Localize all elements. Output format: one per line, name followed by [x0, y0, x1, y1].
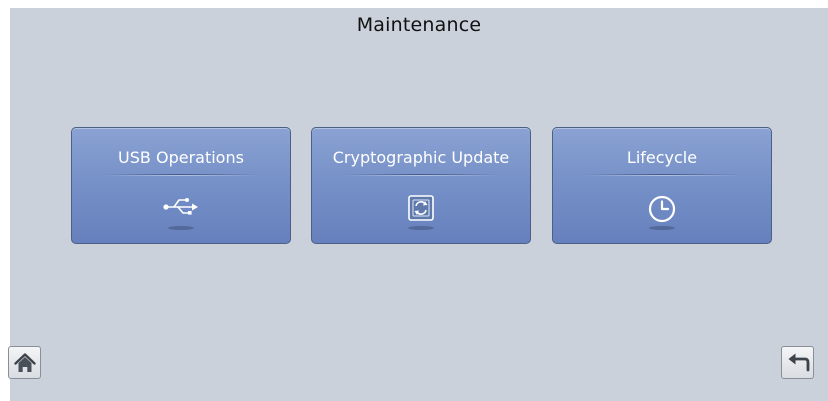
lifecycle-button[interactable]: Lifecycle [552, 127, 772, 244]
tile-divider [583, 174, 741, 176]
icon-shadow [168, 226, 194, 230]
back-button[interactable] [781, 346, 814, 379]
icon-shadow [408, 226, 434, 230]
cryptographic-update-label: Cryptographic Update [332, 148, 510, 167]
usb-operations-label: USB Operations [118, 148, 244, 167]
tile-divider [102, 174, 260, 176]
home-button[interactable] [8, 346, 41, 379]
tile-divider [342, 174, 500, 176]
crypto-update-icon [407, 194, 435, 226]
lifecycle-label: Lifecycle [626, 148, 698, 167]
maintenance-screen: Maintenance USB Operations Cryptographic… [10, 8, 828, 401]
clock-icon [647, 194, 677, 228]
usb-icon [161, 194, 201, 224]
page-title: Maintenance [356, 14, 482, 36]
usb-operations-button[interactable]: USB Operations [71, 127, 291, 244]
cryptographic-update-button[interactable]: Cryptographic Update [311, 127, 531, 244]
